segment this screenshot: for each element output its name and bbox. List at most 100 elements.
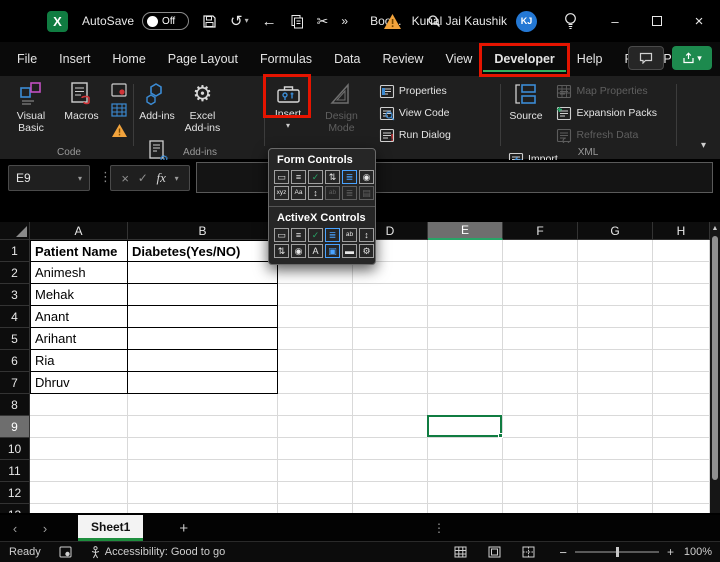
vertical-scroll-thumb[interactable] — [712, 236, 718, 480]
form-button-icon[interactable]: ▭ — [274, 170, 289, 184]
select-all-corner[interactable] — [0, 222, 30, 240]
comments-button[interactable] — [628, 46, 664, 70]
cancel-button[interactable]: × — [121, 171, 129, 186]
cell-H2[interactable] — [653, 262, 710, 284]
insert-function-button[interactable]: fx — [156, 170, 165, 186]
copy-button[interactable] — [290, 14, 304, 29]
cell-H13[interactable] — [653, 504, 710, 513]
cell-G5[interactable] — [578, 328, 653, 350]
addins-button[interactable]: Add-ins — [137, 76, 177, 122]
cell-F6[interactable] — [503, 350, 578, 372]
form-text-field-icon[interactable]: ab — [325, 186, 340, 200]
cell-F1[interactable] — [503, 240, 578, 262]
activex-image-icon[interactable]: ▣ — [325, 244, 340, 258]
cell-A3[interactable]: Mehak — [30, 284, 128, 306]
cell-C10[interactable] — [278, 438, 353, 460]
expansion-packs-button[interactable]: Expansion Packs — [556, 104, 657, 122]
form-option-button-icon[interactable]: ◉ — [359, 170, 374, 184]
cell-E11[interactable] — [428, 460, 503, 482]
sheetbar-dots-icon[interactable]: ⋮ — [433, 521, 445, 535]
user-avatar[interactable]: KJ — [516, 11, 537, 32]
cell-F9[interactable] — [503, 416, 578, 438]
cell-D13[interactable] — [353, 504, 428, 513]
cell-B1[interactable]: Diabetes(Yes/NO) — [128, 240, 278, 262]
minimize-button[interactable]: – — [594, 0, 636, 42]
sheet-next-button[interactable]: › — [30, 521, 60, 536]
column-header-A[interactable]: A — [30, 222, 128, 240]
cell-C3[interactable] — [278, 284, 353, 306]
form-combo-drop-down-edit-icon[interactable]: ▤ — [359, 186, 374, 200]
fill-handle[interactable] — [498, 433, 503, 438]
cell-H7[interactable] — [653, 372, 710, 394]
cell-E2[interactable] — [428, 262, 503, 284]
cell-F10[interactable] — [503, 438, 578, 460]
cell-F2[interactable] — [503, 262, 578, 284]
ribbon-tab-page-layout[interactable]: Page Layout — [157, 46, 249, 72]
row-header-6[interactable]: 6 — [0, 350, 30, 372]
cell-F8[interactable] — [503, 394, 578, 416]
cell-G13[interactable] — [578, 504, 653, 513]
cell-F5[interactable] — [503, 328, 578, 350]
cell-E8[interactable] — [428, 394, 503, 416]
form-spin-button-icon[interactable]: ⇅ — [325, 170, 340, 184]
row-header-11[interactable]: 11 — [0, 460, 30, 482]
cell-B4[interactable] — [128, 306, 278, 328]
warning-icon[interactable] — [383, 13, 402, 30]
enter-button[interactable]: ✓ — [138, 171, 148, 185]
row-header-1[interactable]: 1 — [0, 240, 30, 262]
cell-H6[interactable] — [653, 350, 710, 372]
page-layout-view-button[interactable] — [477, 546, 511, 558]
row-header-7[interactable]: 7 — [0, 372, 30, 394]
cell-F4[interactable] — [503, 306, 578, 328]
row-header-4[interactable]: 4 — [0, 306, 30, 328]
cell-A12[interactable] — [30, 482, 128, 504]
cell-B6[interactable] — [128, 350, 278, 372]
cell-A8[interactable] — [30, 394, 128, 416]
relative-references-icon[interactable] — [111, 103, 128, 118]
cell-F13[interactable] — [503, 504, 578, 513]
cell-D6[interactable] — [353, 350, 428, 372]
run-dialog-button[interactable]: !Run Dialog — [379, 126, 451, 144]
design-mode-button[interactable]: Design Mode — [318, 76, 364, 134]
cell-B2[interactable] — [128, 262, 278, 284]
macro-security-icon[interactable] — [111, 123, 128, 138]
ribbon-tab-developer[interactable]: Developer — [483, 46, 565, 72]
cell-G9[interactable] — [578, 416, 653, 438]
normal-view-button[interactable] — [443, 546, 477, 558]
autosave-toggle[interactable]: Off — [142, 12, 189, 30]
collapse-ribbon-button[interactable]: ▾ — [701, 140, 706, 151]
cell-B11[interactable] — [128, 460, 278, 482]
activex-list-box-icon[interactable]: ≣ — [325, 228, 340, 242]
page-break-view-button[interactable] — [511, 546, 545, 558]
cell-B9[interactable] — [128, 416, 278, 438]
cell-C11[interactable] — [278, 460, 353, 482]
properties-button[interactable]: Properties — [379, 82, 451, 100]
cell-C9[interactable] — [278, 416, 353, 438]
cell-E10[interactable] — [428, 438, 503, 460]
activex-check-box-icon[interactable]: ✓ — [308, 228, 323, 242]
add-sheet-button[interactable]: + — [179, 520, 188, 537]
cell-E6[interactable] — [428, 350, 503, 372]
cell-A7[interactable]: Dhruv — [30, 372, 128, 394]
refresh-data-button[interactable]: Refresh Data — [556, 126, 657, 144]
ribbon-tab-file[interactable]: File — [6, 46, 48, 72]
cell-D9[interactable] — [353, 416, 428, 438]
cell-H3[interactable] — [653, 284, 710, 306]
cell-G3[interactable] — [578, 284, 653, 306]
row-header-3[interactable]: 3 — [0, 284, 30, 306]
cell-G10[interactable] — [578, 438, 653, 460]
cell-B7[interactable] — [128, 372, 278, 394]
row-header-8[interactable]: 8 — [0, 394, 30, 416]
form-list-box-icon[interactable]: ≣ — [342, 170, 357, 184]
activex-spin-button-icon[interactable]: ⇅ — [274, 244, 289, 258]
cell-H12[interactable] — [653, 482, 710, 504]
column-header-H[interactable]: H — [653, 222, 710, 240]
insert-controls-button[interactable]: Insert ▾ — [266, 76, 310, 130]
activex-combo-box-icon[interactable]: ≡ — [291, 228, 306, 242]
cell-E4[interactable] — [428, 306, 503, 328]
cell-E7[interactable] — [428, 372, 503, 394]
activex-text-box-icon[interactable]: ab — [342, 228, 357, 242]
undo-button[interactable]: ↺▾ — [230, 14, 249, 29]
cell-D11[interactable] — [353, 460, 428, 482]
cell-H9[interactable] — [653, 416, 710, 438]
